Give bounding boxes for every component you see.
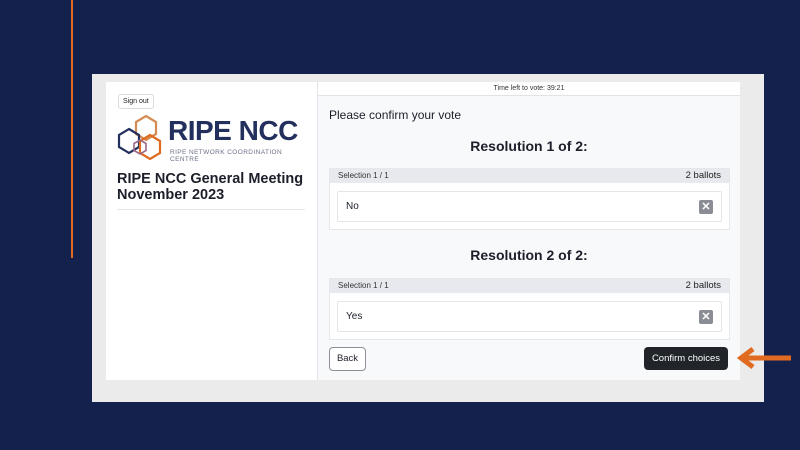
selection-count: Selection 1 / 1 <box>338 171 389 180</box>
page-title: Please confirm your vote <box>329 108 462 122</box>
meeting-title: RIPE NCC General Meeting November 2023 <box>117 171 304 203</box>
ballot-count: 2 ballots <box>685 280 721 291</box>
x-icon: ✕ <box>701 201 711 213</box>
x-icon: ✕ <box>701 311 711 323</box>
sidebar: Sign out RIPE NCC RIPE NETWORK COORDINAT… <box>106 82 318 380</box>
remove-choice-button[interactable]: ✕ <box>699 310 713 324</box>
vote-timer: Time left to vote: 39:21 <box>318 82 740 96</box>
hexagon-logo-icon <box>117 114 162 161</box>
resolution-2-choice: Yes ✕ <box>337 301 722 332</box>
arrow-left-icon <box>736 347 791 369</box>
voting-panel: Sign out RIPE NCC RIPE NETWORK COORDINAT… <box>106 82 740 380</box>
ripe-ncc-logo: RIPE NCC RIPE NETWORK COORDINATION CENTR… <box>116 114 311 164</box>
resolution-2-header: Selection 1 / 1 2 ballots <box>330 279 729 293</box>
confirm-choices-button[interactable]: Confirm choices <box>644 347 728 370</box>
logo-wordmark: RIPE NCC <box>168 115 298 146</box>
resolution-1-card: Selection 1 / 1 2 ballots No ✕ <box>329 168 730 230</box>
resolution-1-header: Selection 1 / 1 2 ballots <box>330 169 729 183</box>
screenshot-frame: Sign out RIPE NCC RIPE NETWORK COORDINAT… <box>92 74 764 402</box>
ballot-count: 2 ballots <box>685 170 721 181</box>
sidebar-divider <box>117 209 305 210</box>
main-content: Time left to vote: 39:21 Please confirm … <box>318 82 740 380</box>
decorative-orange-line <box>71 0 73 258</box>
selection-count: Selection 1 / 1 <box>338 281 389 290</box>
remove-choice-button[interactable]: ✕ <box>699 200 713 214</box>
resolution-1-choice: No ✕ <box>337 191 722 222</box>
back-button[interactable]: Back <box>329 347 366 371</box>
resolution-2-card: Selection 1 / 1 2 ballots Yes ✕ <box>329 278 730 340</box>
choice-label: Yes <box>346 311 363 322</box>
resolution-2-title: Resolution 2 of 2: <box>470 247 588 263</box>
logo-subtitle: RIPE NETWORK COORDINATION CENTRE <box>170 149 283 163</box>
sign-out-button[interactable]: Sign out <box>118 94 154 109</box>
choice-label: No <box>346 201 359 212</box>
resolution-1-title: Resolution 1 of 2: <box>470 138 588 154</box>
